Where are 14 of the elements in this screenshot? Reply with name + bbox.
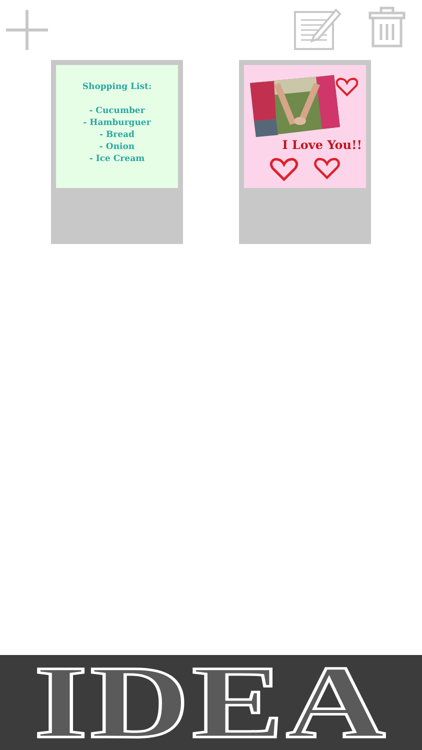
delete-button[interactable]: [368, 6, 406, 48]
plus-icon: [6, 10, 48, 50]
heart-icon: [314, 157, 340, 180]
note-caption: I Love You!!: [281, 138, 362, 152]
heart-icon: [270, 157, 298, 182]
note-pencil-icon: [294, 6, 342, 50]
logo-text: IDEA: [34, 656, 388, 748]
add-button[interactable]: [6, 10, 48, 50]
note-text: Shopping List: - Cucumber - Hamburguer - Bread - Onion - Ice Cream: [81, 81, 153, 165]
note-card[interactable]: Shopping List: - Cucumber - Hamburguer - Bread - Onion - Ice Cream: [51, 60, 183, 244]
note-card[interactable]: I Love You!!: [239, 60, 371, 244]
edit-button[interactable]: [294, 6, 342, 50]
heart-icon: [336, 77, 358, 97]
trash-icon: [368, 6, 406, 48]
